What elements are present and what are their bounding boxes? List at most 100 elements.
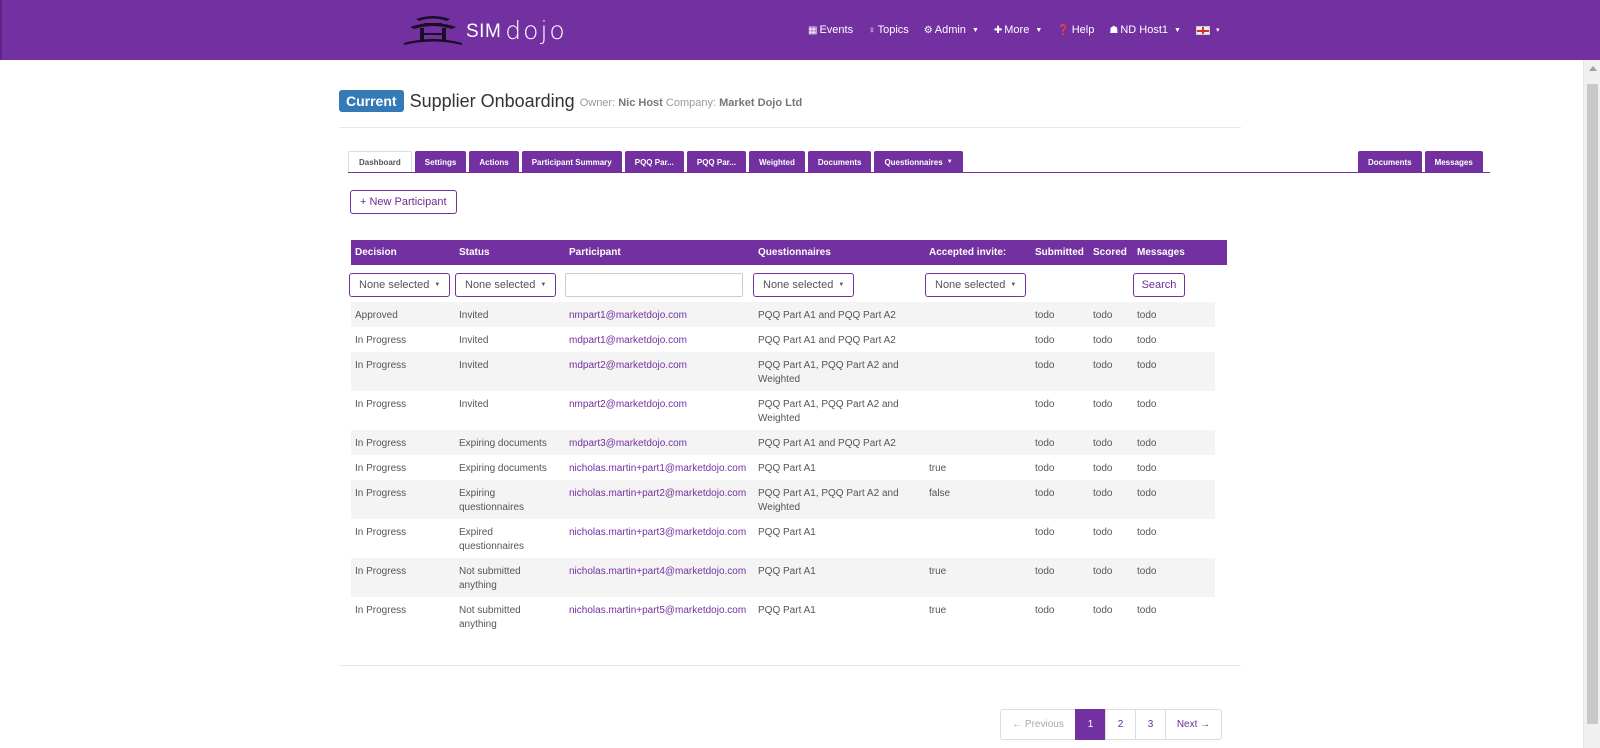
nav-item-help[interactable]: ❓ Help [1057,24,1094,36]
company-name: Market Dojo Ltd [719,97,803,109]
tab-right-documents[interactable]: Documents [1358,151,1422,173]
tab-settings[interactable]: Settings [414,151,467,173]
nav-item-admin[interactable]: ⚙ Admin ▼ [924,24,979,36]
cell-questionnaires: PQQ Part A1 [752,462,816,476]
cell-submitted: todo [1035,566,1055,577]
nav-item-more[interactable]: ✚ More ▼ [994,24,1042,36]
cell-questionnaires: PQQ Part A1, PQQ Part A2 and Weighted [752,359,899,387]
user-icon: ☗ [1109,24,1119,36]
participant-email-link[interactable]: mdpart3@marketdojo.com [569,438,687,449]
tab-dashboard[interactable]: Dashboard [348,151,412,173]
status-filter-dropdown[interactable]: None selected ▼ [455,273,557,297]
tab-documents[interactable]: Documents [807,151,872,173]
participant-filter-input[interactable] [565,273,743,297]
participant-email-link[interactable]: nicholas.martin+part5@marketdojo.com [569,605,746,616]
cell-messages: todo [1137,438,1157,449]
table-row[interactable]: In Progress Not submitted anything nicholas… [351,597,1215,636]
cell-messages: todo [1137,566,1157,577]
pagination-page-3[interactable]: 3 [1135,709,1166,740]
cell-questionnaires: PQQ Part A1 and PQQ Part A2 [752,309,896,323]
participant-email-link[interactable]: nicholas.martin+part1@marketdojo.com [569,463,746,474]
cell-line: PQQ Part A1 and PQQ Part A2 [758,438,896,449]
participant-email-link[interactable]: nmpart1@marketdojo.com [569,310,687,321]
column-header-scored: Scored [1093,247,1127,258]
cell-submitted: todo [1035,335,1055,346]
brand-logo[interactable]: SIM dojo [402,8,567,52]
cell-status: Invited [453,309,488,323]
tab-weighted[interactable]: Weighted [749,151,805,173]
table-row[interactable]: In Progress Expiring questionnaires nichola… [351,480,1215,519]
tab-questionnaires[interactable]: Questionnaires ▼ [874,151,963,173]
pagination-previous[interactable]: ← Previous [1000,709,1076,740]
tab-label: Participant Summary [531,157,612,167]
participant-email-link[interactable]: nmpart2@marketdojo.com [569,399,687,410]
table-row[interactable]: In Progress Expiring documents nicholas.ma… [351,455,1215,480]
cell-line: Expiring [459,488,496,499]
nav-item-label: Admin [934,24,966,36]
table-row[interactable]: In Progress Expiring documents mdpart3@mar… [351,430,1215,455]
cell-status: Invited [453,359,488,373]
caret-down-icon: ▼ [838,282,845,288]
cell-decision: In Progress [355,360,407,371]
pagination-page-1[interactable]: 1 [1075,709,1106,740]
decision-filter-dropdown[interactable]: None selected ▼ [349,273,451,297]
nav-item-nd-host1[interactable]: ☗ ND Host1 ▼ [1109,24,1181,36]
nav-item-topics[interactable]: ♀ Topics [868,24,909,36]
participant-email-link[interactable]: mdpart2@marketdojo.com [569,360,687,371]
table-row[interactable]: In Progress Invited mdpart1@marketdojo.com… [351,327,1215,352]
cell-scored: todo [1093,527,1113,538]
table-row[interactable]: In Progress Invited mdpart2@marketdojo.com… [351,352,1215,391]
participant-email-link[interactable]: nicholas.martin+part4@marketdojo.com [569,566,746,577]
cell-scored: todo [1093,360,1113,371]
cell-submitted: todo [1035,605,1055,616]
cell-questionnaires: PQQ Part A1 [752,604,816,618]
table-row[interactable]: In Progress Expired questionnaires nicholas… [351,519,1215,558]
footer-divider [339,665,1241,666]
tab-right-messages[interactable]: Messages [1424,151,1483,173]
accepted-filter-dropdown[interactable]: None selected ▼ [925,273,1027,297]
scroll-thumb[interactable] [1587,84,1598,724]
caret-down-icon: ▼ [971,26,979,34]
cell-submitted: todo [1035,488,1055,499]
event-tabs-right: Documents Messages [1358,151,1486,173]
language-selector[interactable]: ▾ [1195,25,1219,35]
vertical-scrollbar[interactable] [1583,60,1600,748]
pagination-page-2[interactable]: 2 [1105,709,1136,740]
cogs-icon: ⚙ [923,24,933,36]
cell-submitted: todo [1035,360,1055,371]
cell-status: Invited [453,398,488,412]
cell-messages: todo [1137,399,1157,410]
tab-pqq-par[interactable]: PQQ Par... [686,151,747,173]
column-header-submitted: Submitted [1035,247,1084,258]
caret-down-icon: ▼ [1010,282,1017,288]
cell-line: Weighted [758,502,801,513]
cell-status: Not submitted anything [453,604,521,632]
questionnaires-filter-dropdown[interactable]: None selected ▼ [753,273,855,297]
tabs-underline [348,172,1490,173]
tab-actions[interactable]: Actions [469,151,519,173]
cell-submitted: todo [1035,463,1055,474]
table-row[interactable]: In Progress Invited nmpart2@marketdojo.com… [351,391,1215,430]
column-header-questionnaires: Questionnaires [758,247,831,258]
tab-label: Dashboard [359,157,401,167]
search-button[interactable]: Search [1133,273,1185,297]
participant-email-link[interactable]: mdpart1@marketdojo.com [569,335,687,346]
cell-scored: todo [1093,310,1113,321]
participant-email-link[interactable]: nicholas.martin+part3@marketdojo.com [569,527,746,538]
cell-questionnaires: PQQ Part A1, PQQ Part A2 and Weighted [752,487,899,515]
tab-pqq-par[interactable]: PQQ Par... [624,151,684,173]
cell-questionnaires: PQQ Part A1 and PQQ Part A2 [752,334,896,348]
participant-email-link[interactable]: nicholas.martin+part2@marketdojo.com [569,488,746,499]
cell-line: questionnaires [459,541,525,552]
table-row[interactable]: In Progress Not submitted anything nicholas… [351,558,1215,597]
scroll-up-arrow-icon[interactable] [1589,66,1597,71]
cell-participant: nicholas.martin+part3@marketdojo.com [563,526,746,540]
nav-item-events[interactable]: ▦ Events [808,24,853,36]
cell-messages: todo [1137,488,1157,499]
new-participant-button[interactable]: + New Participant [350,190,457,214]
table-row[interactable]: Approved Invited nmpart1@marketdojo.com PQQ… [351,302,1215,327]
tab-participant-summary[interactable]: Participant Summary [521,151,622,173]
column-header-participant: Participant [569,247,621,258]
pagination-next[interactable]: Next → [1165,709,1222,740]
cell-line: Invited [459,360,489,371]
